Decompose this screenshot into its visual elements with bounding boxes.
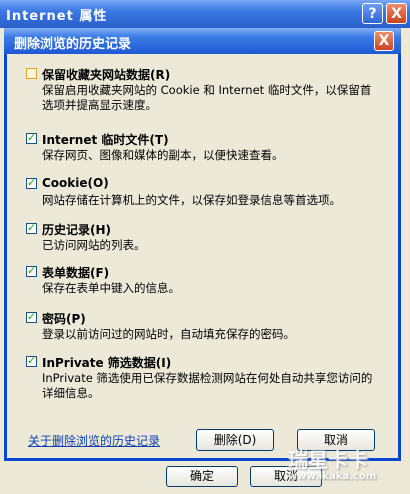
option-title: InPrivate 筛选数据(I) [42,356,172,370]
option-desc: 已访问网站的列表。 [42,238,146,252]
help-button[interactable]: ? [362,3,383,24]
dialog-title: 删除浏览的历史记录 [14,37,132,52]
option-desc: 保留启用收藏夹网站的 Cookie 和 Internet 临时文件，以保留首选项… [42,83,372,112]
dialog-close-button[interactable]: X [374,31,394,51]
checkbox-passwords[interactable] [26,310,37,323]
option-title: 保留收藏夹网站数据(R) [42,68,171,82]
options-panel: 保留收藏夹网站数据(R) 保留启用收藏夹网站的 Cookie 和 Interne… [16,57,391,419]
back-window-title: Internet 属性 [6,9,108,24]
ok-button[interactable]: 确定 [166,466,238,487]
checkbox-history[interactable] [26,221,37,234]
delete-button[interactable]: 删除(D) [196,429,274,451]
option-title: Cookie(O) [42,176,109,190]
option-title: 历史记录(H) [42,223,112,237]
checkbox-inprivate[interactable] [26,354,37,367]
back-window-close-button[interactable]: X [386,3,407,24]
option-desc: 保存网页、图像和媒体的副本，以便快速查看。 [42,148,284,162]
checkbox-form-data[interactable] [26,264,37,277]
back-window-titlebar: Internet 属性 ? X [0,0,410,28]
checkbox-cookies[interactable] [26,176,37,189]
checkbox-preserve-favorites[interactable] [26,68,37,79]
option-desc: 保存在表单中键入的信息。 [42,281,180,295]
option-title: Internet 临时文件(T) [42,133,169,147]
option-desc: 网站存储在计算机上的文件，以保存如登录信息等首选项。 [42,193,341,207]
dialog-titlebar: 删除浏览的历史记录 X [4,28,401,54]
option-desc: InPrivate 筛选使用已保存数据检测网站在何处自动共享您访问的详细信息。 [42,371,373,400]
watermark-url: www.ikaka.com [288,471,377,482]
option-title: 表单数据(F) [42,266,110,280]
watermark-text: 瑞星卡卡 [288,448,368,472]
checkbox-temp-files[interactable] [26,131,37,144]
option-desc: 登录以前访问过的网站时，自动填充保存的密码。 [42,327,295,341]
option-title: 密码(P) [42,312,86,326]
watermark-logo: 瑞星卡卡 www.ikaka.com [288,444,410,494]
about-delete-history-link[interactable]: 关于删除浏览的历史记录 [28,432,160,449]
